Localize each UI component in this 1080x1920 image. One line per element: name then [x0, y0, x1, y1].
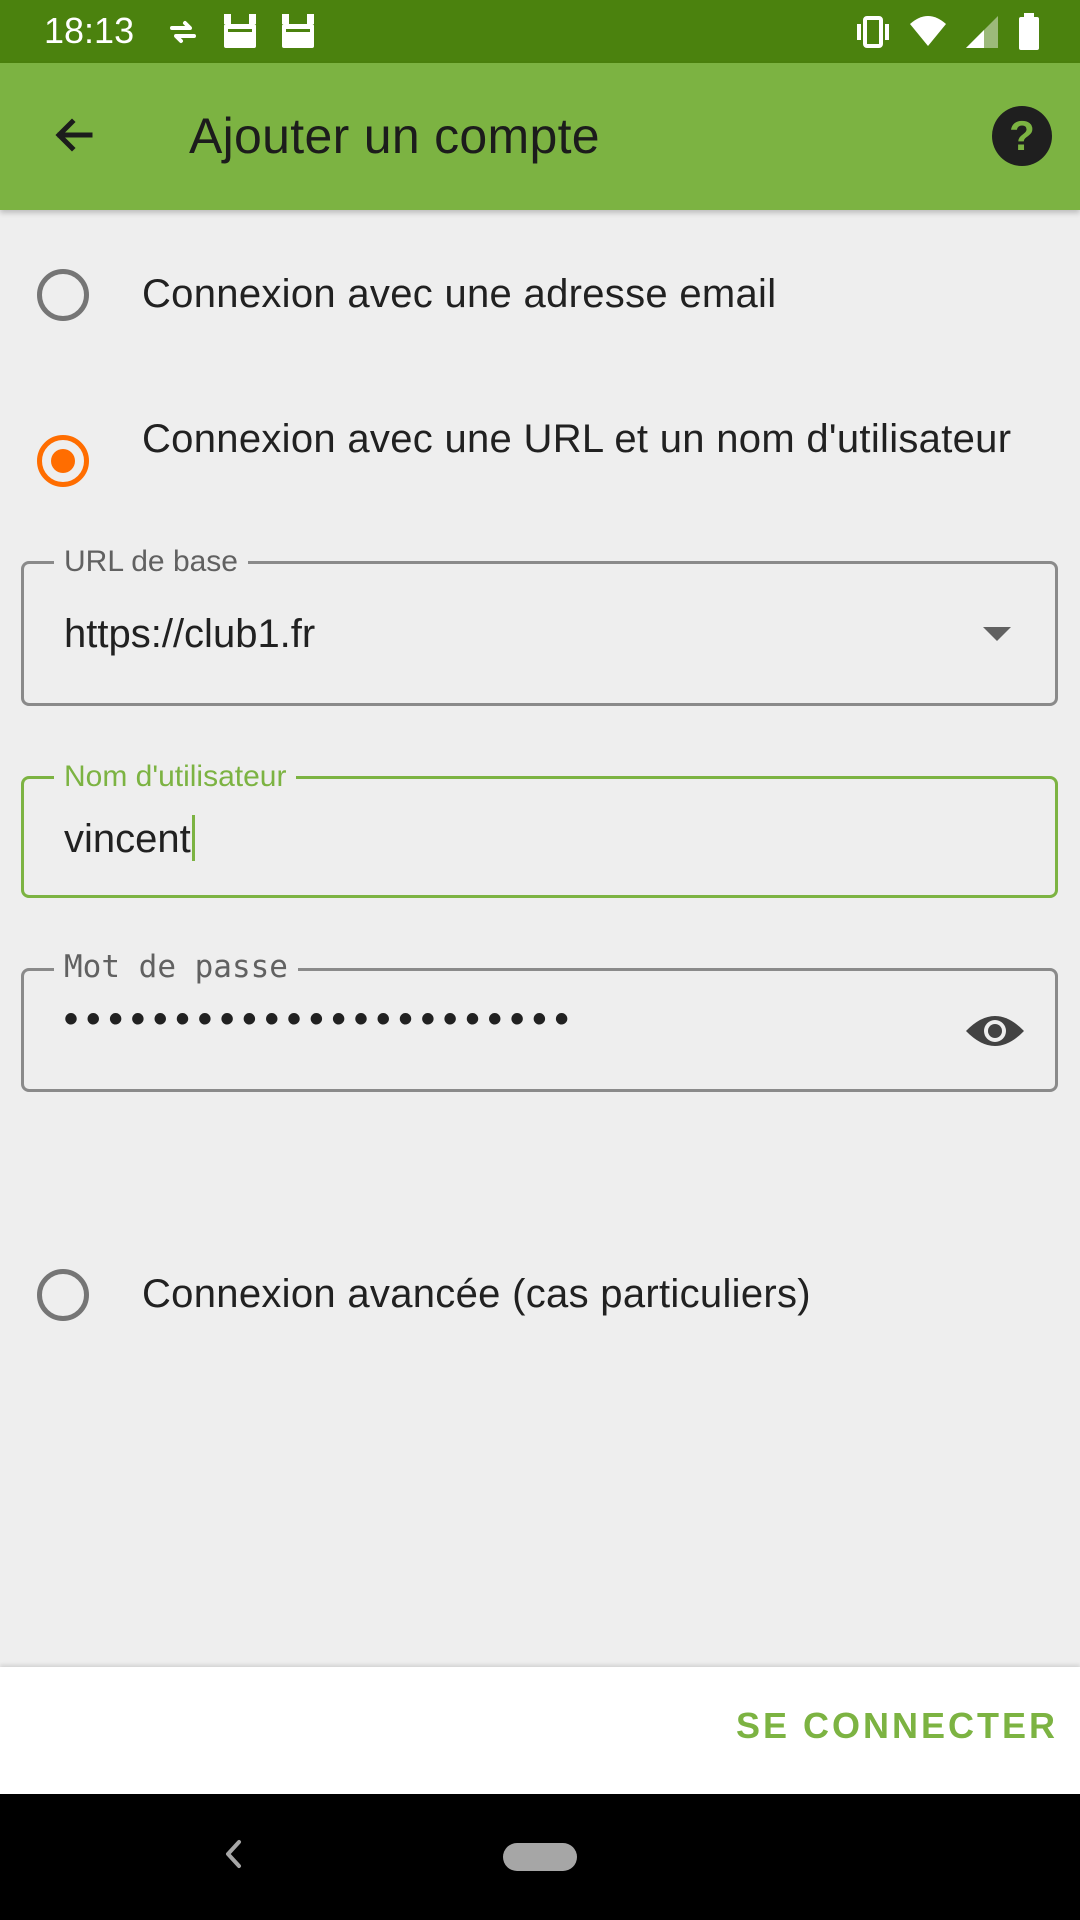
android-notification-icon	[280, 12, 316, 57]
data-sync-icon	[168, 12, 198, 57]
base-url-value: https://club1.fr	[64, 612, 316, 656]
password-value: •••••••••••••••••••••••	[64, 997, 577, 1041]
android-notification-icon	[222, 12, 258, 57]
nav-bar	[0, 1794, 1080, 1920]
status-bar: 18:13	[0, 0, 1080, 63]
option-advanced-label: Connexion avancée (cas particuliers)	[142, 1272, 811, 1316]
dropdown-arrow-icon[interactable]	[983, 627, 1011, 641]
page-title: Ajouter un compte	[189, 108, 600, 164]
status-icons-right	[854, 12, 1054, 52]
help-icon: ?	[1009, 112, 1035, 159]
cell-signal-icon	[962, 12, 1002, 57]
nav-back-button[interactable]	[212, 1834, 256, 1878]
back-button[interactable]	[34, 97, 114, 177]
vibrate-icon	[854, 12, 892, 57]
eye-icon	[964, 1011, 1026, 1056]
arrow-back-icon	[50, 111, 98, 164]
option-url[interactable]: Connexion avec une URL et un nom d'utili…	[0, 410, 1080, 510]
wifi-icon	[908, 12, 948, 57]
base-url-label: URL de base	[54, 544, 248, 580]
battery-icon	[1016, 12, 1042, 57]
radio-advanced[interactable]	[37, 1269, 89, 1321]
username-value-wrap: vincent	[64, 815, 195, 862]
radio-url-dot	[51, 449, 75, 473]
nav-home-button[interactable]	[503, 1843, 577, 1871]
option-advanced[interactable]: Connexion avancée (cas particuliers)	[0, 1258, 1080, 1332]
option-email-label: Connexion avec une adresse email	[142, 272, 777, 316]
connect-button[interactable]: SE CONNECTER	[736, 1705, 1058, 1747]
username-field[interactable]: Nom d'utilisateur vincent	[21, 759, 1058, 898]
show-password-button[interactable]	[963, 1001, 1027, 1065]
radio-email[interactable]	[37, 269, 89, 321]
nav-back-icon	[219, 1836, 249, 1877]
password-field[interactable]: Mot de passe •••••••••••••••••••••••	[21, 949, 1058, 1092]
action-bar: SE CONNECTER	[0, 1667, 1080, 1794]
status-time: 18:13	[44, 10, 135, 51]
username-label: Nom d'utilisateur	[54, 759, 297, 795]
username-value: vincent	[64, 817, 191, 861]
text-caret	[191, 815, 195, 862]
radio-url[interactable]	[37, 435, 89, 487]
password-label: Mot de passe	[54, 949, 298, 985]
base-url-field[interactable]: URL de base https://club1.fr	[21, 544, 1058, 706]
app-bar: Ajouter un compte ?	[0, 63, 1080, 210]
option-url-label: Connexion avec une URL et un nom d'utili…	[142, 417, 1012, 461]
help-button[interactable]: ?	[992, 106, 1052, 166]
option-email[interactable]: Connexion avec une adresse email	[0, 258, 1080, 332]
